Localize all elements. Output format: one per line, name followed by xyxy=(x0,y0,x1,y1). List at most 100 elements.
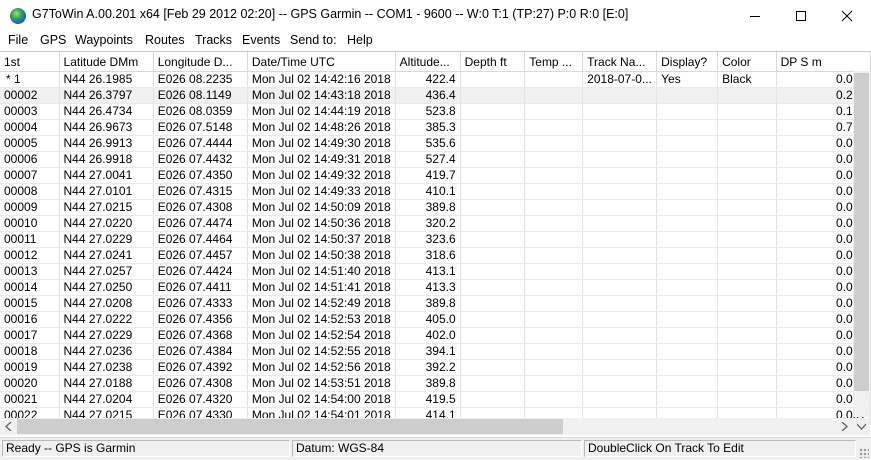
column-header-altitude[interactable]: Altitude... xyxy=(395,52,461,72)
horizontal-scroll-thumb[interactable] xyxy=(17,419,563,434)
cell-datetime: Mon Jul 02 14:52:53 2018 xyxy=(247,311,396,328)
table-row[interactable]: 00011 N44 27.0229 E026 07.4464 Mon Jul 02 1… xyxy=(0,231,871,248)
column-header-longitude[interactable]: Longitude D... xyxy=(153,52,248,72)
cell-depth xyxy=(460,231,526,248)
maximize-button[interactable] xyxy=(778,0,824,31)
cell-color xyxy=(717,103,777,120)
menu-help[interactable]: Help xyxy=(347,33,373,47)
cell-datetime: Mon Jul 02 14:42:16 2018 xyxy=(247,71,396,88)
cell-display xyxy=(656,279,719,296)
menu-routes[interactable]: Routes xyxy=(145,33,185,47)
table-row[interactable]: 00018 N44 27.0236 E026 07.4384 Mon Jul 02 1… xyxy=(0,343,871,360)
cell-temp xyxy=(524,327,584,344)
maximize-icon xyxy=(796,10,806,21)
cell-depth xyxy=(460,247,526,264)
cell-track-name xyxy=(582,327,658,344)
cell-longitude: E026 07.4308 xyxy=(153,375,248,392)
track-point-grid[interactable]: 1st Latitude DMm Longitude D... Date/Tim… xyxy=(0,51,871,437)
globe-icon xyxy=(10,8,26,24)
cell-track-name xyxy=(582,119,658,136)
cell-first: * 1 xyxy=(0,71,60,88)
cell-depth xyxy=(460,311,526,328)
close-button[interactable] xyxy=(824,0,870,31)
table-row[interactable]: 00007 N44 27.0041 E026 07.4350 Mon Jul 02 1… xyxy=(0,167,871,184)
column-header-depth[interactable]: Depth ft xyxy=(460,52,526,72)
cell-latitude: N44 27.0208 xyxy=(59,295,154,312)
cell-longitude: E026 07.4474 xyxy=(153,215,248,232)
cell-display: Yes xyxy=(656,71,719,88)
cell-datetime: Mon Jul 02 14:50:09 2018 xyxy=(247,199,396,216)
close-icon xyxy=(841,10,853,21)
table-row[interactable]: 00002 N44 26.3797 E026 08.1149 Mon Jul 02 1… xyxy=(0,87,871,104)
table-row[interactable]: 00003 N44 26.4734 E026 08.0359 Mon Jul 02 1… xyxy=(0,103,871,120)
table-row[interactable]: 00012 N44 27.0241 E026 07.4457 Mon Jul 02 1… xyxy=(0,247,871,264)
column-header-datetime[interactable]: Date/Time UTC xyxy=(247,52,396,72)
cell-latitude: N44 27.0188 xyxy=(59,375,154,392)
table-row[interactable]: 00020 N44 27.0188 E026 07.4308 Mon Jul 02 1… xyxy=(0,375,871,392)
vertical-scrollbar[interactable] xyxy=(853,71,870,417)
cell-depth xyxy=(460,375,526,392)
column-header-color[interactable]: Color xyxy=(717,52,777,72)
cell-display xyxy=(656,215,719,232)
cell-longitude: E026 07.4424 xyxy=(153,263,248,280)
column-header-dp-distance[interactable]: DP S m xyxy=(776,52,871,72)
cell-longitude: E026 07.4444 xyxy=(153,135,248,152)
column-header-track-name[interactable]: Track Na... xyxy=(582,52,658,72)
status-gps: Ready -- GPS is Garmin xyxy=(2,440,290,457)
table-row[interactable]: * 1 N44 26.1985 E026 08.2235 Mon Jul 02 14:… xyxy=(0,71,871,88)
menu-gps[interactable]: GPS xyxy=(40,33,66,47)
cell-color xyxy=(717,87,777,104)
table-row[interactable]: 00009 N44 27.0215 E026 07.4308 Mon Jul 02 1… xyxy=(0,199,871,216)
cell-color xyxy=(717,375,777,392)
cell-longitude: E026 07.4308 xyxy=(153,199,248,216)
table-row[interactable]: 00006 N44 26.9918 E026 07.4432 Mon Jul 02 1… xyxy=(0,151,871,168)
cell-longitude: E026 07.4356 xyxy=(153,311,248,328)
cell-track-name xyxy=(582,263,658,280)
table-row[interactable]: 00017 N44 27.0229 E026 07.4368 Mon Jul 02 1… xyxy=(0,327,871,344)
track-point-table[interactable]: 1st Latitude DMm Longitude D... Date/Tim… xyxy=(0,52,871,424)
cell-longitude: E026 07.4368 xyxy=(153,327,248,344)
cell-latitude: N44 26.4734 xyxy=(59,103,154,120)
horizontal-scrollbar[interactable] xyxy=(0,418,853,435)
cell-depth xyxy=(460,167,526,184)
minimize-button[interactable] xyxy=(732,0,778,31)
menu-tracks[interactable]: Tracks xyxy=(195,33,232,47)
cell-depth xyxy=(460,215,526,232)
cell-longitude: E026 07.5148 xyxy=(153,119,248,136)
cell-display xyxy=(656,119,719,136)
table-row[interactable]: 00008 N44 27.0101 E026 07.4315 Mon Jul 02 1… xyxy=(0,183,871,200)
table-row[interactable]: 00013 N44 27.0257 E026 07.4424 Mon Jul 02 1… xyxy=(0,263,871,280)
table-row[interactable]: 00004 N44 26.9673 E026 07.5148 Mon Jul 02 1… xyxy=(0,119,871,136)
status-hint: DoubleClick On Track To Edit xyxy=(584,440,856,457)
cell-color xyxy=(717,135,777,152)
column-header-latitude[interactable]: Latitude DMm xyxy=(59,52,154,72)
cell-display xyxy=(656,375,719,392)
cell-latitude: N44 26.9673 xyxy=(59,119,154,136)
cell-first: 00009 xyxy=(0,199,60,216)
table-row[interactable]: 00021 N44 27.0204 E026 07.4320 Mon Jul 02 1… xyxy=(0,391,871,408)
menu-file[interactable]: File xyxy=(8,33,28,47)
table-row[interactable]: 00016 N44 27.0222 E026 07.4356 Mon Jul 02 1… xyxy=(0,311,871,328)
column-header-display[interactable]: Display? xyxy=(656,52,719,72)
column-header-first[interactable]: 1st xyxy=(0,52,60,72)
menu-waypoints[interactable]: Waypoints xyxy=(75,33,133,47)
cell-longitude: E026 07.4350 xyxy=(153,167,248,184)
table-row[interactable]: 00005 N44 26.9913 E026 07.4444 Mon Jul 02 1… xyxy=(0,135,871,152)
cell-depth xyxy=(460,71,526,88)
column-header-temp[interactable]: Temp ... xyxy=(524,52,584,72)
table-row[interactable]: 00010 N44 27.0220 E026 07.4474 Mon Jul 02 1… xyxy=(0,215,871,232)
menu-events[interactable]: Events xyxy=(242,33,280,47)
cell-depth xyxy=(460,295,526,312)
table-row[interactable]: 00015 N44 27.0208 E026 07.4333 Mon Jul 02 1… xyxy=(0,295,871,312)
cell-longitude: E026 07.4315 xyxy=(153,183,248,200)
cell-color xyxy=(717,215,777,232)
table-row[interactable]: 00019 N44 27.0238 E026 07.4392 Mon Jul 02 1… xyxy=(0,359,871,376)
table-row[interactable]: 00014 N44 27.0250 E026 07.4411 Mon Jul 02 1… xyxy=(0,279,871,296)
cell-altitude: 405.0 xyxy=(395,311,461,328)
cell-datetime: Mon Jul 02 14:50:37 2018 xyxy=(247,231,396,248)
menu-send-to[interactable]: Send to: xyxy=(290,33,337,47)
cell-datetime: Mon Jul 02 14:52:54 2018 xyxy=(247,327,396,344)
resize-grip-icon[interactable] xyxy=(859,448,869,458)
vertical-scroll-thumb[interactable] xyxy=(854,73,869,391)
cell-latitude: N44 27.0222 xyxy=(59,311,154,328)
